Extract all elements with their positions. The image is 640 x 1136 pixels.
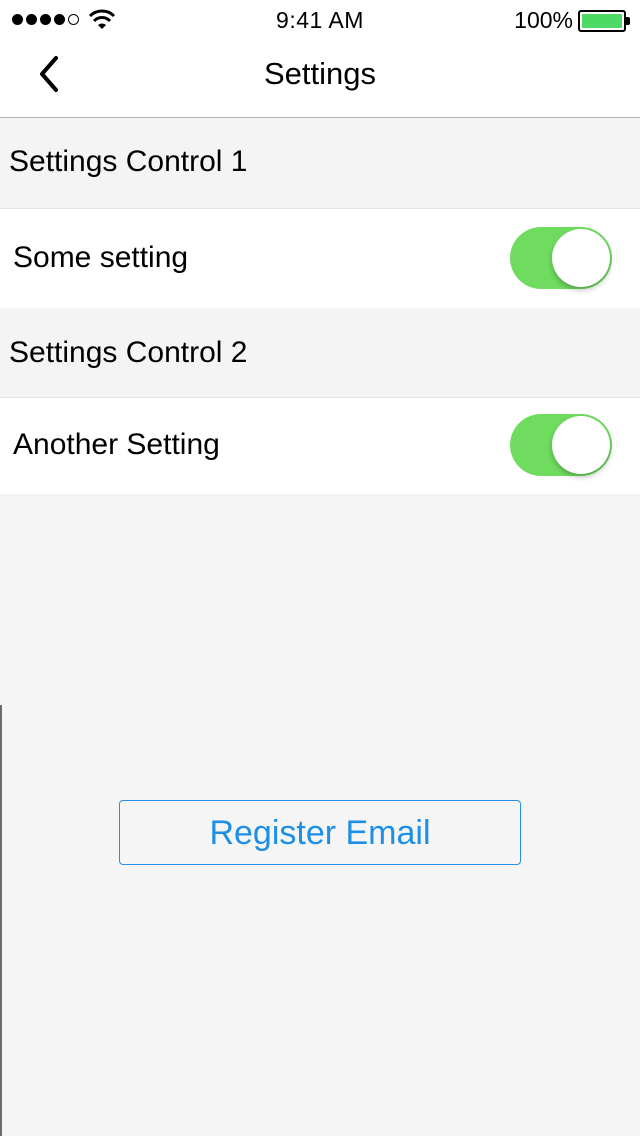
some-setting-toggle[interactable] — [510, 227, 612, 289]
battery-percentage: 100% — [514, 7, 573, 33]
section-header-label: Settings Control 2 — [9, 336, 248, 369]
section-header-label: Settings Control 1 — [9, 145, 248, 178]
another-setting-toggle[interactable] — [510, 414, 612, 476]
status-bar: 9:41 AM 100% — [0, 0, 640, 40]
page-title: Settings — [263, 56, 376, 91]
setting-label: Another Setting — [13, 428, 220, 461]
setting-row-some-setting: Some setting — [0, 209, 640, 308]
section-header-1: Settings Control 1 — [0, 119, 640, 209]
toggle-knob — [552, 229, 610, 287]
section-header-2: Settings Control 2 — [0, 308, 640, 398]
register-email-button[interactable]: Register Email — [119, 800, 521, 865]
left-edge-line — [0, 705, 2, 1136]
navigation-bar: Settings — [0, 40, 640, 118]
toggle-knob — [552, 416, 610, 474]
battery-icon — [578, 10, 630, 32]
setting-label: Some setting — [13, 241, 189, 274]
setting-row-another-setting: Another Setting — [0, 398, 640, 494]
